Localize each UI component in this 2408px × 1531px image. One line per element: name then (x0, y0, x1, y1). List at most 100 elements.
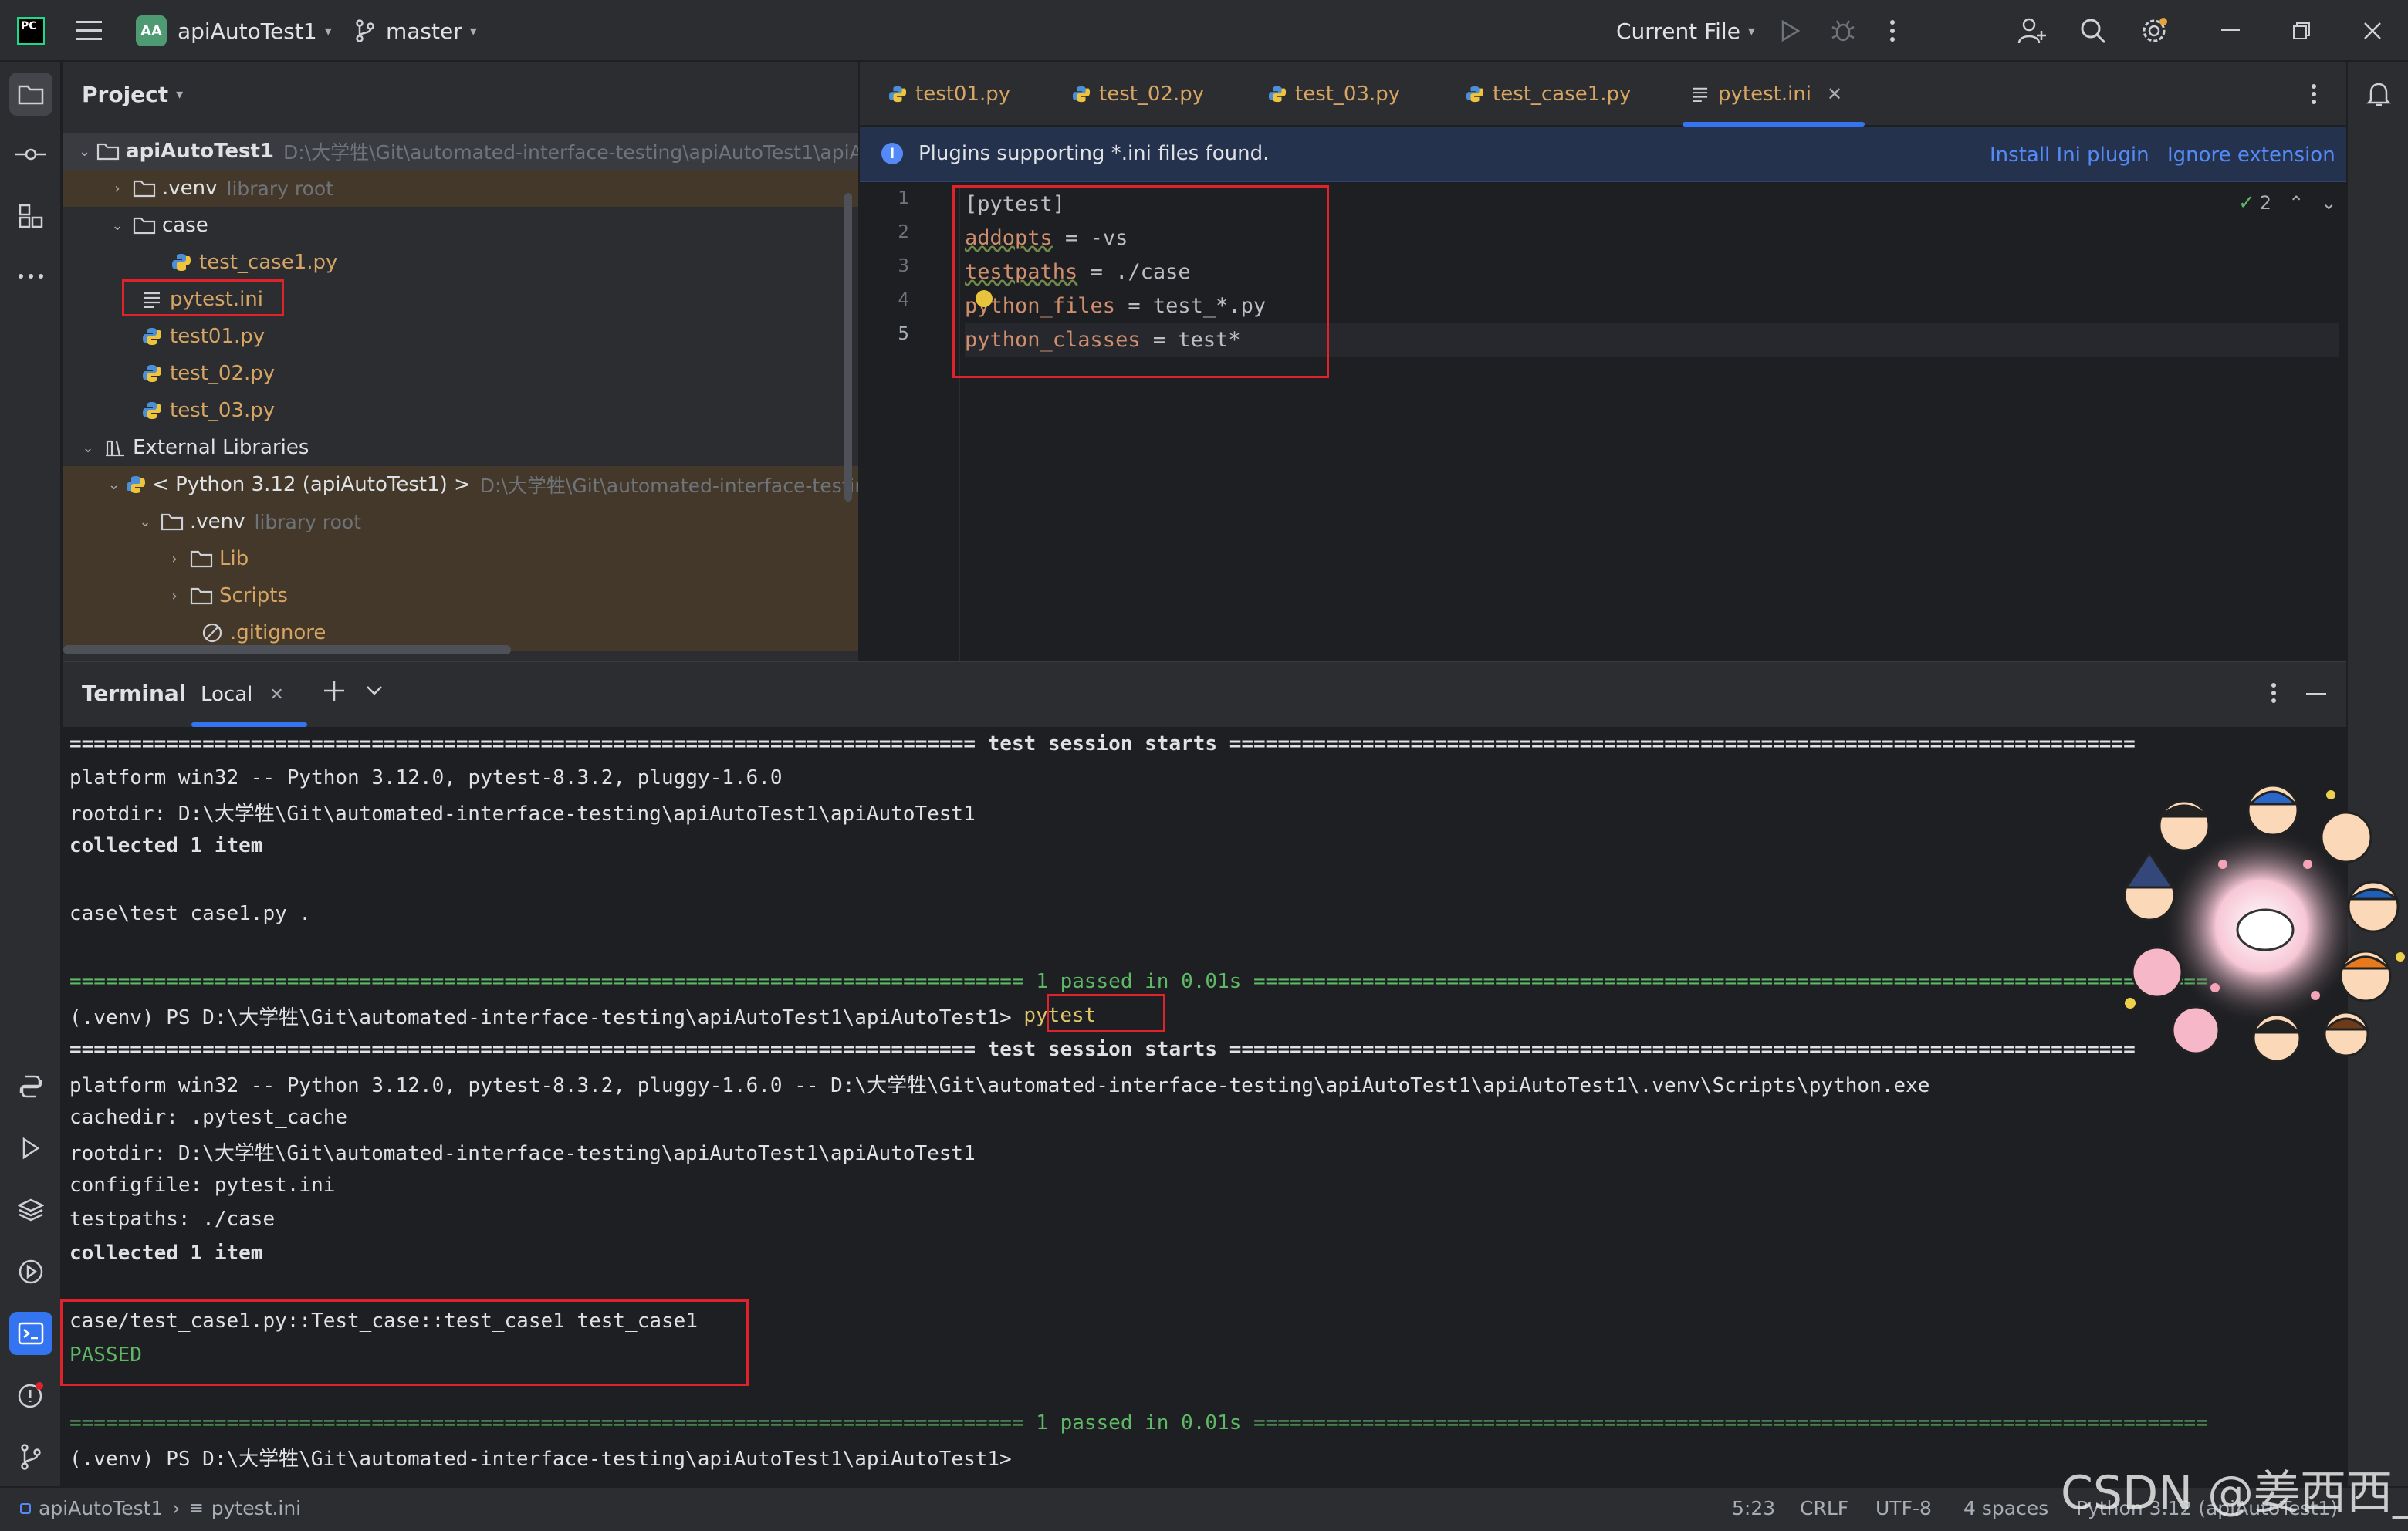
sticker-image (2099, 772, 2408, 1065)
file-encoding[interactable]: UTF-8 (1875, 1497, 1932, 1519)
minimize-window-button[interactable] (2221, 0, 2240, 62)
tab-pytest-ini[interactable]: pytest.ini ✕ (1683, 62, 1865, 127)
title-bar: PC AA apiAutoTest1 ▾ master ▾ Current Fi… (0, 0, 2408, 62)
tree-item-pytest-ini[interactable]: pytest.ini (63, 281, 858, 318)
line-number: 3 (898, 256, 909, 276)
breadcrumb-file[interactable]: pytest.ini (211, 1497, 301, 1519)
more-tools-button[interactable] (9, 255, 52, 298)
structure-icon (19, 204, 43, 228)
terminal-line: ========================================… (69, 1411, 2208, 1435)
code-line[interactable]: python_files = test_*.py (965, 289, 1266, 323)
more-horizontal-icon (19, 274, 43, 279)
ide-logo[interactable]: PC (17, 0, 45, 62)
main-menu-icon[interactable] (76, 0, 102, 62)
project-switcher[interactable]: AA apiAutoTest1 ▾ (136, 0, 332, 62)
tree-item-test01[interactable]: test01.py (63, 318, 858, 355)
commit-icon (15, 148, 46, 161)
git-tool-button[interactable] (9, 1435, 52, 1479)
code-with-me-icon[interactable] (2017, 0, 2047, 62)
python-packages-button[interactable] (9, 1188, 52, 1232)
tree-item-lib[interactable]: › Lib (63, 540, 858, 577)
terminal-line: testpaths: ./case (69, 1208, 276, 1231)
tree-item-test02[interactable]: test_02.py (63, 355, 858, 392)
project-panel-header[interactable]: Project ▾ (63, 62, 858, 127)
caret-position[interactable]: 5:23 (1732, 1497, 1775, 1519)
structure-tool-button[interactable] (9, 194, 52, 238)
tree-item-python-sdk[interactable]: ⌄ < Python 3.12 (apiAutoTest1) > D:\大学牲\… (63, 466, 858, 503)
run-icon[interactable] (1780, 0, 1801, 62)
ini-file-icon (1689, 83, 1712, 106)
code-line[interactable]: addopts = -vs (965, 221, 1128, 255)
project-horizontal-scrollbar[interactable] (63, 645, 511, 654)
search-icon[interactable] (2079, 0, 2107, 62)
line-separator[interactable]: CRLF (1800, 1497, 1848, 1519)
notifications-button[interactable] (2357, 73, 2400, 116)
settings-gear-icon[interactable] (2139, 0, 2169, 62)
tab-test-case1[interactable]: test_case1.py (1457, 62, 1631, 127)
project-tool-button[interactable] (9, 73, 52, 116)
close-tab-icon[interactable]: ✕ (1827, 83, 1842, 105)
ignore-extension-link[interactable]: Ignore extension (2167, 144, 2335, 167)
tab-test03[interactable]: test_03.py (1260, 62, 1400, 127)
chevron-right-icon: › (114, 180, 120, 197)
indent-setting[interactable]: 4 spaces (1963, 1497, 2048, 1519)
line-number: 5 (898, 324, 909, 344)
intention-bulb-icon[interactable] (976, 290, 993, 307)
tree-item-test-case1[interactable]: test_case1.py (63, 244, 858, 281)
terminal-title: Terminal (82, 681, 187, 706)
install-ini-plugin-link[interactable]: Install Ini plugin (1990, 144, 2149, 167)
terminal-line: ========================================… (69, 732, 2136, 755)
tree-item-venv[interactable]: › .venv library root (63, 170, 858, 207)
tree-item-scripts[interactable]: › Scripts (63, 577, 858, 614)
chevron-down-icon: ⌄ (111, 217, 123, 234)
tree-item-apiautotest1[interactable]: ⌄ apiAutoTest1 D:\大学牲\Git\automated-inte… (63, 133, 858, 170)
terminal-line: case\test_case1.py . (69, 902, 312, 925)
left-tool-strip (0, 62, 62, 1486)
code-line-current[interactable]: python_classes = test* (965, 323, 2339, 357)
inspection-widget[interactable]: ✓ 2 ⌃ ⌄ (2238, 191, 2336, 215)
chevron-up-icon[interactable]: ⌃ (2288, 192, 2304, 214)
python-sdk-icon (126, 473, 146, 496)
tab-test02[interactable]: test_02.py (1064, 62, 1204, 127)
terminal-options-icon[interactable] (2271, 682, 2277, 704)
debug-icon[interactable] (1831, 0, 1855, 62)
run-tool-button[interactable] (9, 1127, 52, 1170)
breadcrumb[interactable]: apiAutoTest1 › ≡ pytest.ini (20, 1497, 301, 1519)
commit-tool-button[interactable] (9, 133, 52, 176)
tab-options-icon[interactable] (2311, 83, 2317, 105)
code-line[interactable]: testpaths = ./case (965, 255, 1191, 289)
code-line[interactable]: [pytest] (965, 187, 1065, 221)
breadcrumb-project[interactable]: apiAutoTest1 (39, 1497, 163, 1519)
python-console-icon (19, 1075, 42, 1098)
services-tool-button[interactable] (9, 1250, 52, 1293)
tree-item-case[interactable]: ⌄ case (63, 207, 858, 244)
terminal-output[interactable]: ========================================… (60, 727, 2346, 1488)
chevron-down-icon: ▾ (469, 22, 477, 39)
terminal-line: collected 1 item (69, 1242, 263, 1265)
library-icon (103, 436, 127, 459)
branch-switcher[interactable]: master ▾ (355, 0, 477, 62)
problems-tool-button[interactable] (9, 1374, 52, 1417)
close-tab-icon[interactable]: ✕ (269, 685, 283, 705)
tree-item-test03[interactable]: test_03.py (63, 392, 858, 429)
tree-item-sdk-venv[interactable]: ⌄ .venv library root (63, 503, 858, 540)
terminal-tool-button[interactable] (9, 1312, 52, 1355)
close-window-button[interactable] (2363, 0, 2382, 62)
terminal-tab-local[interactable]: Local ✕ (191, 662, 307, 727)
tab-test01[interactable]: test01.py (880, 62, 1010, 127)
restore-window-button[interactable] (2292, 0, 2311, 62)
terminal-prompt-line: (.venv) PS D:\大学牲\Git\automated-interfac… (69, 1004, 1097, 1029)
chevron-down-icon: ▾ (1747, 22, 1755, 39)
tree-item-external-libraries[interactable]: ⌄ External Libraries (63, 429, 858, 466)
chevron-down-icon[interactable] (366, 685, 383, 696)
branch-icon (356, 19, 374, 42)
run-config-selector[interactable]: Current File ▾ (1616, 0, 1755, 62)
more-actions-icon[interactable] (1889, 0, 1896, 62)
chevron-right-icon: › (172, 1497, 181, 1519)
chevron-down-icon[interactable]: ⌄ (2321, 192, 2336, 214)
project-vertical-scrollbar[interactable] (844, 193, 852, 502)
python-console-button[interactable] (9, 1065, 52, 1108)
folder-icon (190, 547, 213, 570)
hide-panel-icon[interactable] (2306, 693, 2326, 696)
new-terminal-icon[interactable] (323, 679, 346, 702)
